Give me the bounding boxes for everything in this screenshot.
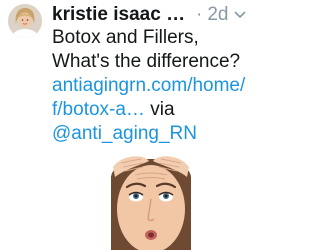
separator: ·	[196, 4, 203, 25]
tweet-link-line-2[interactable]: f/botox-a…	[52, 99, 145, 120]
display-name[interactable]: kristie isaac Th…	[52, 4, 190, 26]
tweet-text-line-1: Botox and Fillers,	[52, 27, 199, 48]
via-text: via	[144, 99, 175, 120]
timestamp[interactable]: 2d	[207, 4, 228, 26]
tweet[interactable]: kristie isaac Th… · 2d Botox and Fillers…	[0, 0, 250, 250]
mention-link[interactable]: @anti_aging_RN	[52, 122, 250, 146]
tweet-link-line-1[interactable]: antiagingrn.com/home/	[52, 74, 250, 98]
face-photo-icon	[91, 147, 211, 250]
tweet-text-line-2: What's the difference?	[52, 51, 241, 72]
tweet-text: Botox and Fillers, What's the difference…	[52, 26, 250, 146]
avatar[interactable]	[8, 4, 42, 38]
avatar-photo-icon	[8, 4, 42, 38]
chevron-down-icon[interactable]	[234, 9, 246, 21]
tweet-media[interactable]	[91, 147, 211, 250]
